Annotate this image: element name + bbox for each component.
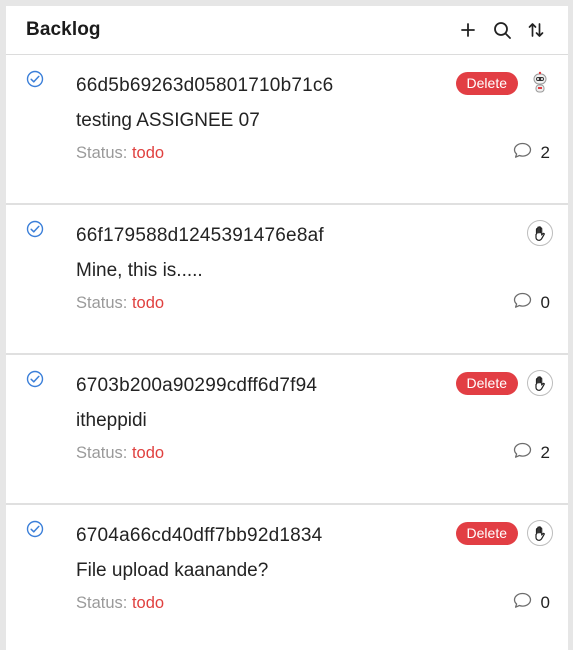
task-status: Status: todo (76, 294, 164, 313)
header-actions (456, 18, 548, 42)
comment-count-value: 0 (540, 293, 550, 312)
comment-count[interactable]: 0 (513, 592, 550, 614)
comment-icon (513, 292, 532, 314)
task-status: Status: todo (76, 594, 164, 613)
task-card[interactable]: 66d5b69263d05801710b71c6 testing ASSIGNE… (6, 55, 568, 205)
task-title: File upload kaanande? (76, 560, 269, 581)
hand-icon[interactable] (527, 220, 553, 246)
comment-icon (513, 592, 532, 614)
task-actions: Delete (455, 70, 553, 96)
comment-count-value: 0 (540, 593, 550, 612)
plus-icon[interactable] (456, 18, 480, 42)
status-label: Status: (76, 294, 128, 312)
check-circle-icon[interactable] (26, 520, 44, 538)
hand-icon[interactable] (527, 520, 553, 546)
status-value: todo (131, 444, 165, 462)
comment-count[interactable]: 0 (513, 292, 550, 314)
task-id: 6703b200a90299cdff6d7f94 (76, 375, 318, 396)
task-id: 66f179588d1245391476e8af (76, 225, 324, 246)
task-card[interactable]: 6703b200a90299cdff6d7f94 itheppidi Statu… (6, 355, 568, 505)
task-id: 66d5b69263d05801710b71c6 (76, 75, 334, 96)
task-title: testing ASSIGNEE 07 (76, 110, 260, 131)
task-card[interactable]: 6704a66cd40dff7bb92d1834 File upload kaa… (6, 505, 568, 650)
check-circle-icon[interactable] (26, 370, 44, 388)
task-actions (527, 220, 553, 246)
task-status: Status: todo (76, 144, 164, 163)
comment-count[interactable]: 2 (513, 142, 550, 164)
status-value: todo (131, 144, 165, 162)
task-card[interactable]: 66f179588d1245391476e8af Mine, this is..… (6, 205, 568, 355)
task-title: itheppidi (76, 410, 147, 431)
status-value: todo (131, 594, 165, 612)
task-actions: Delete (455, 370, 553, 396)
search-icon[interactable] (490, 18, 514, 42)
task-id: 6704a66cd40dff7bb92d1834 (76, 525, 323, 546)
comment-icon (513, 142, 532, 164)
comment-count[interactable]: 2 (513, 442, 550, 464)
task-list: 66d5b69263d05801710b71c6 testing ASSIGNE… (6, 55, 568, 650)
task-actions: Delete (455, 520, 553, 546)
page-title: Backlog (26, 19, 101, 40)
delete-button[interactable]: Delete (455, 521, 518, 545)
task-status: Status: todo (76, 444, 164, 463)
backlog-header: Backlog (6, 6, 568, 55)
task-title: Mine, this is..... (76, 260, 203, 281)
delete-button[interactable]: Delete (455, 71, 518, 95)
comment-count-value: 2 (540, 443, 550, 462)
sort-icon[interactable] (524, 18, 548, 42)
hand-icon[interactable] (527, 370, 553, 396)
robot-avatar-icon[interactable] (527, 70, 553, 96)
backlog-panel: Backlog 66d5b69263d05801710b71c6 testing… (6, 6, 568, 650)
delete-button[interactable]: Delete (455, 371, 518, 395)
status-label: Status: (76, 444, 128, 462)
status-value: todo (131, 294, 165, 312)
status-label: Status: (76, 594, 128, 612)
check-circle-icon[interactable] (26, 70, 44, 88)
status-label: Status: (76, 144, 128, 162)
comment-count-value: 2 (540, 143, 550, 162)
check-circle-icon[interactable] (26, 220, 44, 238)
comment-icon (513, 442, 532, 464)
